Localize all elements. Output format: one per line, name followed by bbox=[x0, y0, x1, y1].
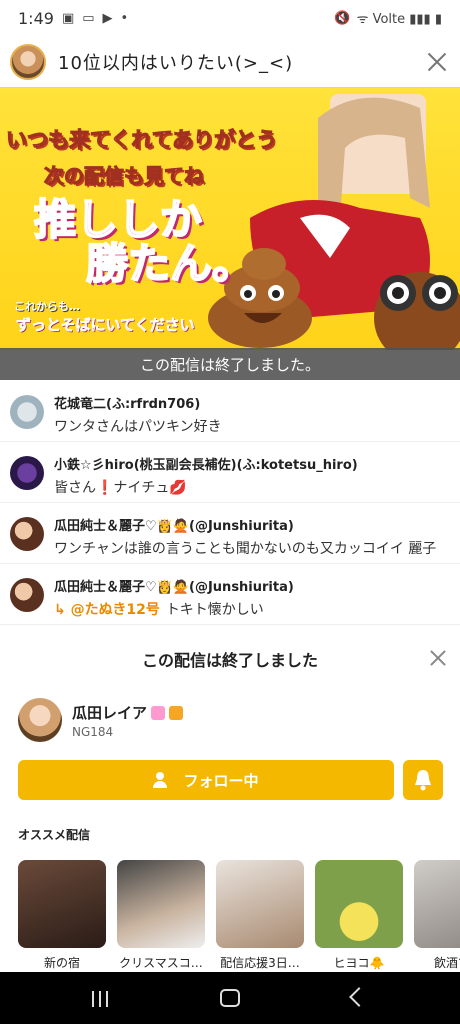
streamer-profile[interactable]: 瓜田レイア NG184 bbox=[18, 698, 184, 742]
status-time: 1:49 bbox=[18, 8, 54, 28]
comment-avatar[interactable] bbox=[10, 517, 44, 551]
reply-text: トキト懐かしい bbox=[165, 602, 264, 618]
status-right-text: ᯤ Volte ▮▮▮ ▮ bbox=[356, 12, 442, 27]
comment-author[interactable]: 花城竜二(ふ:rfrdn706) bbox=[54, 393, 222, 412]
recommend-title: オススメ配信 bbox=[18, 828, 91, 842]
comment-item: 小鉄☆彡hiro(桃玉副会長補佐)(ふ:kotetsu_hiro) 皆さん❗ナイ… bbox=[0, 442, 460, 503]
stream-header: 10位以内はいりたい(>_<) bbox=[0, 36, 460, 88]
stream-title: 10位以内はいりたい(>_<) bbox=[58, 52, 294, 74]
comment-text: 皆さん❗ナイチュ💋 bbox=[54, 480, 187, 496]
recommend-item[interactable]: クリスマスコ… bbox=[117, 860, 205, 971]
comment-item: 瓜田純士＆麗子♡👸🙅(@Junshiurita) ↳ @たぬき12号 トキト懐かし… bbox=[0, 564, 460, 625]
comment-avatar[interactable] bbox=[10, 395, 44, 429]
tv-icon: ▭ bbox=[82, 10, 95, 26]
host-avatar[interactable] bbox=[10, 43, 46, 80]
stream-ended-sheet: この配信は終了しました 瓜田レイア NG184 フォロー中 オススメ配信 新の宿… bbox=[0, 628, 460, 972]
recommend-list: 新の宿 クリスマスコ… 配信応援3日… ヒヨコ🐥 飲酒で雑 bbox=[18, 860, 460, 972]
recommend-caption: 新の宿 bbox=[43, 956, 80, 970]
recommend-item[interactable]: 新の宿 bbox=[18, 860, 106, 971]
recommend-caption: 配信応援3日… bbox=[220, 956, 300, 970]
comment-item: 瓜田純士＆麗子♡👸🙅(@Junshiurita) ワンチャンは誰の言うことも聞か… bbox=[0, 503, 460, 564]
close-icon[interactable] bbox=[422, 48, 450, 76]
streamer-id: NG184 bbox=[72, 724, 114, 739]
follow-button[interactable]: フォロー中 bbox=[18, 760, 394, 800]
dot-icon: • bbox=[120, 10, 129, 26]
comment-list: 花城竜二(ふ:rfrdn706) ワンタさんはパツキン好き 小鉄☆彡hiro(桃… bbox=[0, 381, 460, 625]
close-icon[interactable] bbox=[424, 644, 452, 672]
user-check-icon bbox=[153, 772, 173, 788]
recommend-caption: クリスマスコ… bbox=[119, 956, 203, 970]
streamer-name: 瓜田レイア bbox=[72, 703, 148, 722]
level-badge-icon bbox=[169, 706, 184, 720]
comment-author[interactable]: 瓜田純士＆麗子♡👸🙅(@Junshiurita) bbox=[54, 576, 294, 595]
comment-author[interactable]: 瓜田純士＆麗子♡👸🙅(@Junshiurita) bbox=[54, 515, 436, 534]
mute-icon: 🔇 bbox=[334, 10, 351, 26]
follow-label: フォロー中 bbox=[183, 771, 259, 790]
banner-small-text1: これからも… bbox=[14, 300, 80, 313]
recommend-item[interactable]: 配信応援3日… bbox=[216, 860, 304, 971]
notification-icon: ▣ bbox=[61, 10, 75, 26]
streamer-avatar[interactable] bbox=[18, 698, 62, 742]
recommend-thumbnail bbox=[117, 860, 205, 948]
recommend-item[interactable]: 飲酒で雑 bbox=[414, 860, 460, 971]
home-icon[interactable] bbox=[220, 989, 240, 1007]
notification-bell-button[interactable] bbox=[403, 760, 443, 800]
stream-ended-bar: この配信は終了しました。 bbox=[0, 348, 460, 380]
recommend-item[interactable]: ヒヨコ🐥 bbox=[315, 860, 403, 971]
youtube-icon: ▶ bbox=[102, 10, 113, 26]
back-icon[interactable] bbox=[349, 987, 369, 1007]
comment-text: ワンチャンは誰の言うことも聞かないのも又カッコイイ 麗子 bbox=[54, 541, 437, 557]
comment-text: ワンタさんはパツキン好き bbox=[54, 419, 222, 435]
banner-big-text: 推ししか 勝たん。 bbox=[33, 195, 255, 289]
comment-author[interactable]: 小鉄☆彡hiro(桃玉副会長補佐)(ふ:kotetsu_hiro) bbox=[54, 454, 358, 473]
recommend-caption: ヒヨコ🐥 bbox=[333, 956, 385, 970]
comment-avatar[interactable] bbox=[10, 456, 44, 490]
status-bar: 1:49 ▣ ▭ ▶ • 🔇 ᯤ Volte ▮▮▮ ▮ bbox=[0, 0, 460, 36]
banner-big-line1: 推ししか bbox=[33, 195, 203, 244]
recommend-thumbnail bbox=[216, 860, 304, 948]
recommend-thumbnail bbox=[18, 860, 106, 948]
recommend-thumbnail bbox=[315, 860, 403, 948]
stream-banner: いつも来てくれてありがとう 次の配信も見てね 推ししか 勝たん。 これからも… … bbox=[0, 88, 460, 350]
system-nav-bar bbox=[0, 972, 460, 1024]
recommend-caption: 飲酒で雑 bbox=[433, 956, 460, 970]
banner-big-line2: 勝たん。 bbox=[85, 239, 255, 289]
banner-thanks-text: いつも来てくれてありがとう bbox=[5, 128, 278, 153]
comment-text: ↳ @たぬき12号 トキト懐かしい bbox=[54, 599, 294, 619]
bell-icon bbox=[415, 770, 431, 791]
banner-next-text: 次の配信も見てね bbox=[44, 164, 205, 189]
comment-item: 花城竜二(ふ:rfrdn706) ワンタさんはパツキン好き bbox=[0, 381, 460, 442]
recommend-thumbnail bbox=[414, 860, 460, 948]
banner-small-text2: ずっとそばにいてください bbox=[16, 316, 195, 335]
comment-avatar[interactable] bbox=[10, 578, 44, 612]
reply-mention[interactable]: ↳ @たぬき12号 bbox=[54, 602, 160, 618]
princess-badge-icon bbox=[151, 706, 166, 720]
sheet-title: この配信は終了しました bbox=[141, 651, 318, 670]
recent-apps-icon[interactable] bbox=[92, 991, 110, 1007]
status-right: 🔇 ᯤ Volte ▮▮▮ ▮ bbox=[334, 9, 442, 28]
